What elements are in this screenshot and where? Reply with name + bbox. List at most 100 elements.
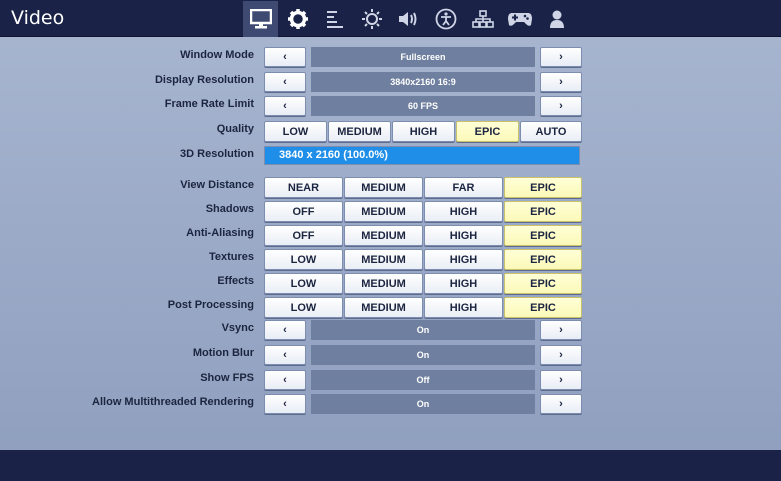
anti-aliasing-label: Anti-Aliasing bbox=[186, 227, 254, 239]
frame-rate-limit-prev-button[interactable]: ‹ bbox=[264, 96, 306, 116]
tab-accessibility[interactable] bbox=[428, 1, 463, 37]
effects-row: Effects LOW MEDIUM HIGH EPIC bbox=[0, 273, 781, 294]
brightness-icon bbox=[361, 9, 382, 29]
textures-option-epic[interactable]: EPIC bbox=[504, 249, 582, 270]
shadows-option-epic[interactable]: EPIC bbox=[504, 201, 582, 222]
vsync-row: Vsync ‹ On › bbox=[0, 320, 781, 340]
frame-rate-limit-label: Frame Rate Limit bbox=[164, 98, 254, 110]
page-title: Video bbox=[11, 7, 65, 29]
header-bar: Video bbox=[0, 0, 781, 37]
textures-label: Textures bbox=[208, 251, 254, 263]
network-icon bbox=[471, 10, 494, 28]
frame-rate-limit-next-button[interactable]: › bbox=[540, 96, 582, 116]
tab-game[interactable] bbox=[280, 1, 315, 37]
tab-input[interactable] bbox=[465, 1, 500, 37]
footer-bar bbox=[0, 450, 781, 481]
tab-video[interactable] bbox=[243, 1, 278, 37]
vsync-value: On bbox=[311, 320, 535, 340]
vsync-next-button[interactable]: › bbox=[540, 320, 582, 340]
list-icon bbox=[326, 11, 343, 28]
display-resolution-next-button[interactable]: › bbox=[540, 72, 582, 92]
textures-option-medium[interactable]: MEDIUM bbox=[344, 249, 423, 270]
tab-brightness[interactable] bbox=[354, 1, 389, 37]
textures-option-low[interactable]: LOW bbox=[264, 249, 343, 270]
multithreaded-rendering-prev-button[interactable]: ‹ bbox=[264, 394, 306, 414]
tab-audio[interactable] bbox=[391, 1, 426, 37]
effects-option-medium[interactable]: MEDIUM bbox=[344, 273, 423, 294]
shadows-option-off[interactable]: OFF bbox=[264, 201, 343, 222]
view-distance-option-epic[interactable]: EPIC bbox=[504, 177, 582, 198]
motion-blur-next-button[interactable]: › bbox=[540, 345, 582, 365]
show-fps-row: Show FPS ‹ Off › bbox=[0, 370, 781, 390]
accessibility-icon bbox=[435, 8, 456, 30]
anti-aliasing-option-epic[interactable]: EPIC bbox=[504, 225, 582, 246]
textures-option-high[interactable]: HIGH bbox=[424, 249, 503, 270]
quality-option-medium[interactable]: MEDIUM bbox=[328, 121, 391, 142]
window-mode-next-button[interactable]: › bbox=[540, 47, 582, 67]
anti-aliasing-option-off[interactable]: OFF bbox=[264, 225, 343, 246]
effects-option-high[interactable]: HIGH bbox=[424, 273, 503, 294]
show-fps-value: Off bbox=[311, 370, 535, 390]
motion-blur-value: On bbox=[311, 345, 535, 365]
speaker-icon bbox=[398, 12, 416, 26]
motion-blur-prev-button[interactable]: ‹ bbox=[264, 345, 306, 365]
multithreaded-rendering-label: Allow Multithreaded Rendering bbox=[92, 396, 254, 408]
motion-blur-label: Motion Blur bbox=[192, 347, 254, 359]
quality-option-auto[interactable]: AUTO bbox=[520, 121, 582, 142]
view-distance-option-far[interactable]: FAR bbox=[424, 177, 503, 198]
display-resolution-row: Display Resolution ‹ 3840x2160 16:9 › bbox=[0, 72, 781, 92]
show-fps-next-button[interactable]: › bbox=[540, 370, 582, 390]
settings-tabs bbox=[243, 1, 576, 37]
quality-label: Quality bbox=[216, 123, 254, 135]
window-mode-label: Window Mode bbox=[180, 49, 254, 61]
vsync-prev-button[interactable]: ‹ bbox=[264, 320, 306, 340]
post-processing-option-low[interactable]: LOW bbox=[264, 297, 343, 318]
post-processing-option-medium[interactable]: MEDIUM bbox=[344, 297, 423, 318]
tab-controller[interactable] bbox=[502, 1, 537, 37]
frame-rate-limit-value: 60 FPS bbox=[311, 96, 535, 116]
effects-label: Effects bbox=[217, 275, 254, 287]
quality-option-low[interactable]: LOW bbox=[264, 121, 327, 142]
post-processing-option-epic[interactable]: EPIC bbox=[504, 297, 582, 318]
post-processing-option-high[interactable]: HIGH bbox=[424, 297, 503, 318]
post-processing-row: Post Processing LOW MEDIUM HIGH EPIC bbox=[0, 297, 781, 318]
quality-option-epic[interactable]: EPIC bbox=[456, 121, 519, 142]
gamepad-icon bbox=[507, 13, 532, 26]
multithreaded-rendering-row: Allow Multithreaded Rendering ‹ On › bbox=[0, 394, 781, 414]
resolution-3d-label: 3D Resolution bbox=[180, 148, 254, 160]
multithreaded-rendering-value: On bbox=[311, 394, 535, 414]
effects-option-epic[interactable]: EPIC bbox=[504, 273, 582, 294]
frame-rate-limit-row: Frame Rate Limit ‹ 60 FPS › bbox=[0, 96, 781, 116]
monitor-icon bbox=[249, 9, 272, 29]
resolution-3d-slider[interactable]: 3840 x 2160 (100.0%) bbox=[264, 146, 580, 165]
textures-row: Textures LOW MEDIUM HIGH EPIC bbox=[0, 249, 781, 270]
shadows-row: Shadows OFF MEDIUM HIGH EPIC bbox=[0, 201, 781, 222]
display-resolution-label: Display Resolution bbox=[154, 74, 254, 86]
anti-aliasing-option-high[interactable]: HIGH bbox=[424, 225, 503, 246]
resolution-3d-value: 3840 x 2160 (100.0%) bbox=[279, 149, 388, 161]
quality-option-high[interactable]: HIGH bbox=[392, 121, 455, 142]
tab-account[interactable] bbox=[539, 1, 574, 37]
gear-icon bbox=[287, 9, 308, 29]
motion-blur-row: Motion Blur ‹ On › bbox=[0, 345, 781, 365]
window-mode-value: Fullscreen bbox=[311, 47, 535, 67]
display-resolution-prev-button[interactable]: ‹ bbox=[264, 72, 306, 92]
view-distance-option-medium[interactable]: MEDIUM bbox=[344, 177, 423, 198]
window-mode-prev-button[interactable]: ‹ bbox=[264, 47, 306, 67]
multithreaded-rendering-next-button[interactable]: › bbox=[540, 394, 582, 414]
view-distance-row: View Distance NEAR MEDIUM FAR EPIC bbox=[0, 177, 781, 198]
anti-aliasing-option-medium[interactable]: MEDIUM bbox=[344, 225, 423, 246]
shadows-label: Shadows bbox=[205, 203, 254, 215]
effects-option-low[interactable]: LOW bbox=[264, 273, 343, 294]
display-resolution-value: 3840x2160 16:9 bbox=[311, 72, 535, 92]
view-distance-option-near[interactable]: NEAR bbox=[264, 177, 343, 198]
shadows-option-medium[interactable]: MEDIUM bbox=[344, 201, 423, 222]
resolution-3d-row: 3D Resolution 3840 x 2160 (100.0%) bbox=[0, 146, 781, 166]
tab-hud[interactable] bbox=[317, 1, 352, 37]
post-processing-label: Post Processing bbox=[167, 299, 254, 311]
shadows-option-high[interactable]: HIGH bbox=[424, 201, 503, 222]
show-fps-prev-button[interactable]: ‹ bbox=[264, 370, 306, 390]
quality-row: Quality LOW MEDIUM HIGH EPIC AUTO bbox=[0, 121, 781, 142]
window-mode-row: Window Mode ‹ Fullscreen › bbox=[0, 47, 781, 67]
view-distance-label: View Distance bbox=[180, 179, 254, 191]
